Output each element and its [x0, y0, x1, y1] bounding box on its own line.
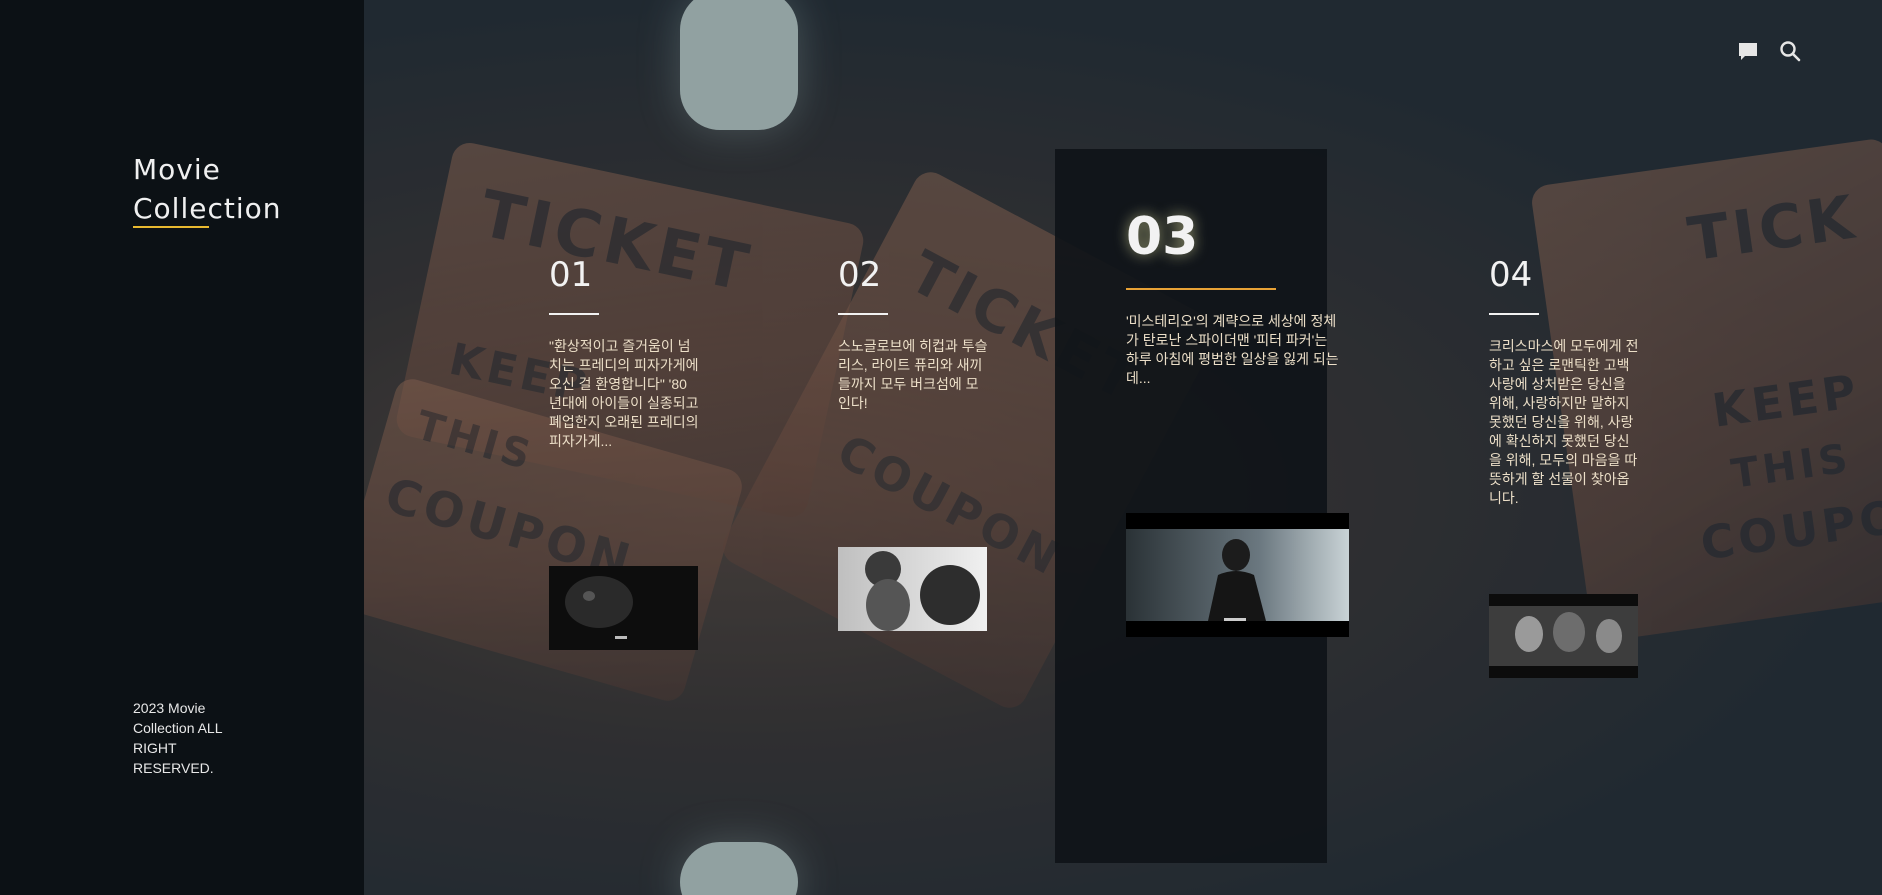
movie-description: 스노글로브에 히컵과 투슬리스, 라이트 퓨리와 새끼들까지 모두 버크섬에 모…: [838, 338, 988, 411]
movie-divider: [838, 313, 888, 315]
movie-number: 03: [1126, 207, 1199, 267]
movie-thumbnail-04[interactable]: [1489, 594, 1638, 678]
site-logo[interactable]: Movie Collection: [133, 150, 282, 228]
logo-line-2: Collection: [133, 192, 282, 225]
movie-number: 02: [838, 255, 882, 295]
movie-divider: [1489, 313, 1539, 315]
movie-description: '미스테리오'의 계략으로 세상에 정체가 탄로난 스파이더맨 '피터 파커'는…: [1126, 313, 1339, 386]
movie-card-03[interactable]: 03 '미스테리오'의 계략으로 세상에 정체가 탄로난 스파이더맨 '피터 파…: [1126, 208, 1341, 388]
movie-thumbnail-01[interactable]: [549, 566, 698, 650]
movie-number: 01: [549, 255, 593, 295]
movie-description: 크리스마스에 모두에게 전하고 싶은 로맨틱한 고백 사랑에 상처받은 당신을 …: [1489, 338, 1639, 506]
movie-thumbnail-03[interactable]: [1126, 513, 1349, 637]
movie-description: "환상적이고 즐거움이 넘치는 프레디의 피자가게에 오신 걸 환영합니다" '…: [549, 338, 699, 449]
chat-icon[interactable]: [1737, 40, 1759, 62]
movie-card-04[interactable]: 04 크리스마스에 모두에게 전하고 싶은 로맨틱한 고백 사랑에 상처받은 당…: [1489, 255, 1639, 508]
logo-underline: [133, 226, 209, 228]
movie-divider: [1126, 288, 1276, 290]
movie-card-01[interactable]: 01 "환상적이고 즐거움이 넘치는 프레디의 피자가게에 오신 걸 환영합니다…: [549, 255, 699, 451]
movie-divider: [549, 313, 599, 315]
movie-number: 04: [1489, 255, 1533, 295]
search-icon[interactable]: [1779, 40, 1801, 62]
movie-thumbnail-02[interactable]: [838, 547, 987, 631]
logo-line-1: Movie: [133, 153, 221, 186]
copyright-text: 2023 Movie Collection ALL RIGHT RESERVED…: [133, 700, 222, 776]
movie-card-02[interactable]: 02 스노글로브에 히컵과 투슬리스, 라이트 퓨리와 새끼들까지 모두 버크섬…: [838, 255, 988, 413]
